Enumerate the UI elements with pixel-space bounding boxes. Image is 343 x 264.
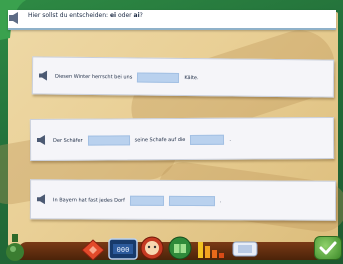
instruction-text: Hier sollst du entscheiden: ei oder ai? (28, 12, 143, 19)
face-help-icon[interactable] (140, 236, 164, 260)
bar-chart-icon[interactable] (196, 238, 226, 260)
sentence-text: Diesen Winter herrscht bei uns (54, 73, 133, 80)
speaker-icon[interactable] (38, 70, 51, 81)
sentence-text: seine Schafe auf die (134, 136, 186, 143)
instruction-suffix: ? (139, 12, 143, 19)
sentence-text: . (229, 136, 231, 143)
sentence-text: In Bayern hat fast jedes Dorf (52, 196, 125, 204)
sentence-card-3: In Bayern hat fast jedes Dorf . (29, 179, 337, 221)
sentence-text: . (219, 197, 222, 204)
instruction-conjunction: oder (116, 12, 134, 19)
answer-blank[interactable] (168, 195, 215, 206)
bottle-icon[interactable] (4, 232, 26, 262)
home-arrow-icon[interactable] (80, 238, 106, 262)
speaker-icon[interactable] (8, 11, 22, 25)
sentence-line: In Bayern hat fast jedes Dorf . (52, 195, 222, 206)
exercise-screen: Hier sollst du entscheiden: ei oder ai? … (0, 0, 343, 264)
sentence-text: Der Schäfer (52, 137, 83, 144)
answer-blank[interactable] (129, 195, 164, 206)
sentence-card-1: Diesen Winter herrscht bei uns Kälte. (31, 56, 335, 98)
speaker-icon[interactable] (36, 134, 49, 145)
sentence-text: Kälte. (184, 74, 199, 81)
speaker-icon[interactable] (36, 194, 49, 205)
green-book-icon[interactable] (168, 236, 192, 260)
checkmark-icon[interactable] (314, 236, 342, 260)
sentence-card-2: Der Schäfer seine Schafe auf die . (29, 116, 335, 162)
answer-blank[interactable] (87, 134, 130, 146)
answer-blank[interactable] (190, 134, 225, 145)
instruction-prefix: Hier sollst du entscheiden: (28, 12, 110, 19)
number-display-icon[interactable]: 000 (108, 238, 138, 260)
dictionary-icon[interactable] (232, 240, 258, 258)
sentence-line: Diesen Winter herrscht bei uns Kälte. (55, 72, 199, 83)
sentence-line: Der Schäfer seine Schafe auf die . (52, 134, 231, 146)
instruction-bar: Hier sollst du entscheiden: ei oder ai? (8, 10, 336, 30)
svg-text:000: 000 (117, 246, 130, 254)
answer-blank[interactable] (137, 72, 180, 83)
